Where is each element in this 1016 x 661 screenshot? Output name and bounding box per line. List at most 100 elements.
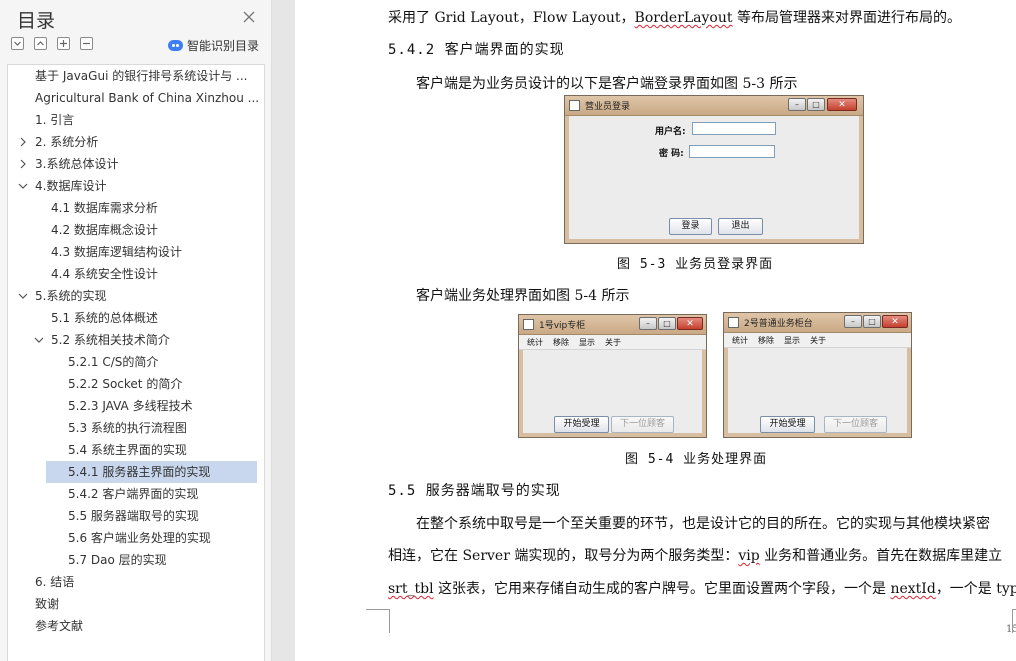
chevron-down-icon[interactable] xyxy=(34,335,44,345)
collapse-all-icon[interactable] xyxy=(34,37,47,50)
menu-stats: 统计 xyxy=(527,338,543,347)
toc-item-label: 4.数据库设计 xyxy=(35,179,107,193)
toc-item-label: 2. 系统分析 xyxy=(35,135,99,149)
toc-item[interactable]: 5.7 Dao 层的实现 xyxy=(8,549,264,571)
toc-item-label: Agricultural Bank of China Xinzhou ... xyxy=(35,91,260,105)
window-close-icon: ✕ xyxy=(827,98,857,111)
chevron-down-icon[interactable] xyxy=(18,291,28,301)
remove-item-icon[interactable] xyxy=(80,37,93,50)
toc-item[interactable]: 致谢 xyxy=(8,593,264,615)
spell-flagged-word: srt_tbl xyxy=(388,581,434,597)
toc-item-label: 5.1 系统的总体概述 xyxy=(51,311,158,325)
toc-list: 基于 JavaGui 的银行排号系统设计与 ... Agricultural Ba… xyxy=(7,64,265,661)
toc-item[interactable]: 基于 JavaGui 的银行排号系统设计与 ... xyxy=(8,65,264,87)
window-body: 开始受理 下一位顾客 xyxy=(724,348,911,437)
minimize-icon: – xyxy=(788,98,806,111)
toc-item[interactable]: 5.4.2 客户端界面的实现 xyxy=(8,483,264,505)
exit-button: 退出 xyxy=(718,218,763,235)
toc-item[interactable]: 5.5 服务器端取号的实现 xyxy=(8,505,264,527)
smart-toc-label: 智能识别目录 xyxy=(187,39,260,53)
toc-item-label: 4.2 数据库概念设计 xyxy=(51,223,158,237)
toc-item-label: 5.4.2 客户端界面的实现 xyxy=(68,487,199,501)
java-app-icon xyxy=(728,317,739,328)
text-span: 采用了 Grid Layout，Flow Layout， xyxy=(388,10,635,26)
text-span: 等布局管理器来对界面进行布局的。 xyxy=(732,10,961,26)
toc-item[interactable]: 5.2.2 Socket 的简介 xyxy=(8,373,264,395)
toc-item-label: 5.2.2 Socket 的简介 xyxy=(68,377,183,391)
toc-item[interactable]: 5.4 系统主界面的实现 xyxy=(8,439,264,461)
toc-item[interactable]: 5.3 系统的执行流程图 xyxy=(8,417,264,439)
figure-5-4-caption: 图 5-4 业务处理界面 xyxy=(625,452,768,467)
figure-normal-window: 2号普通业务柜台 – □ ✕ 统计 移除 显示 关于 开始受理 下一位顾客 xyxy=(723,312,912,438)
toc-item-label: 4.3 数据库逻辑结构设计 xyxy=(51,245,182,259)
toc-item-label: 5.系统的实现 xyxy=(35,289,107,303)
username-label: 用户名: xyxy=(655,127,686,137)
next-customer-button: 下一位顾客 xyxy=(824,416,887,433)
toc-item[interactable]: 5.2.3 JAVA 多线程技术 xyxy=(8,395,264,417)
java-app-icon xyxy=(569,100,580,111)
next-customer-button: 下一位顾客 xyxy=(611,416,674,433)
toc-item[interactable]: 5.2 系统相关技术简介 xyxy=(8,329,264,351)
add-item-icon[interactable] xyxy=(57,37,70,50)
start-service-button: 开始受理 xyxy=(554,416,609,433)
toc-item[interactable]: 4.4 系统安全性设计 xyxy=(8,263,264,285)
window-body: 用户名: 密 码: 登录 退出 xyxy=(565,116,863,243)
spell-flagged-word: BorderLayout xyxy=(634,10,733,26)
close-icon[interactable] xyxy=(243,11,255,23)
toc-item-label: 4.4 系统安全性设计 xyxy=(51,267,158,281)
chevron-down-icon[interactable] xyxy=(18,181,28,191)
expand-all-icon[interactable] xyxy=(11,37,24,50)
spell-flagged-word: vip xyxy=(738,548,760,564)
toc-item-label: 3.系统总体设计 xyxy=(35,157,119,171)
toc-item[interactable]: 3.系统总体设计 xyxy=(8,153,264,175)
toc-item-label: 5.4 系统主界面的实现 xyxy=(68,443,187,457)
toc-item[interactable]: 5.2.1 C/S的简介 xyxy=(8,351,264,373)
paragraph-5-5-line-3: srt_tbl 这张表，它用来存储自动生成的客户牌号。它里面设置两个字段，一个是… xyxy=(388,578,1016,598)
toc-item[interactable]: 参考文献 xyxy=(8,615,264,637)
toc-item[interactable]: 5.1 系统的总体概述 xyxy=(8,307,264,329)
toc-item[interactable]: Agricultural Bank of China Xinzhou ... xyxy=(8,87,264,109)
toc-item-label: 5.2 系统相关技术简介 xyxy=(51,333,170,347)
heading-5-4-2: 5.4.2 客户端界面的实现 xyxy=(388,42,565,58)
window-title: 营业员登录 xyxy=(585,102,631,112)
menu-about: 关于 xyxy=(810,336,826,345)
window-title: 2号普通业务柜台 xyxy=(744,319,813,329)
toc-item[interactable]: 2. 系统分析 xyxy=(8,131,264,153)
toc-item[interactable]: 4.2 数据库概念设计 xyxy=(8,219,264,241)
toc-item[interactable]: 4.3 数据库逻辑结构设计 xyxy=(8,241,264,263)
password-field xyxy=(689,145,775,158)
figure-5-3-caption: 图 5-3 业务员登录界面 xyxy=(617,257,774,272)
page-number: 15 xyxy=(1006,624,1016,635)
text-span: 业务和普通业务。首先在数据库里建立 xyxy=(759,548,1003,564)
window-close-icon: ✕ xyxy=(882,315,908,328)
toc-toolbar xyxy=(11,37,93,53)
toc-item[interactable]: 5.6 客户端业务处理的实现 xyxy=(8,527,264,549)
text-span: 相连，它在 Server 端实现的，取号分为两个服务类型： xyxy=(388,548,739,564)
toc-item[interactable]: 1. 引言 xyxy=(8,109,264,131)
toc-item[interactable]: 4.1 数据库需求分析 xyxy=(8,197,264,219)
toc-title: 目录 xyxy=(17,10,56,32)
menu-remove: 移除 xyxy=(758,336,774,345)
toc-item-label: 5.7 Dao 层的实现 xyxy=(68,553,167,567)
chevron-right-icon[interactable] xyxy=(18,159,28,169)
toc-item-label: 基于 JavaGui 的银行排号系统设计与 ... xyxy=(35,69,248,83)
document-viewer: 目录 智能识别目录 基于 JavaGui 的银行排号系统设计与 ... Agric… xyxy=(0,0,1016,661)
text-span: ，一个是 type xyxy=(935,581,1016,597)
maximize-icon: □ xyxy=(807,98,825,111)
start-service-button: 开始受理 xyxy=(760,416,815,433)
toc-item[interactable]: 6. 结语 xyxy=(8,571,264,593)
window-titlebar: 2号普通业务柜台 – □ ✕ xyxy=(724,313,911,333)
toc-item[interactable]: 5.系统的实现 xyxy=(8,285,264,307)
smart-toc-button[interactable]: 智能识别目录 xyxy=(168,37,259,54)
heading-5-5: 5.5 服务器端取号的实现 xyxy=(388,483,561,499)
window-title: 1号vip专柜 xyxy=(539,321,586,331)
toc-item-label: 5.5 服务器端取号的实现 xyxy=(68,509,199,523)
toc-item-label: 5.2.1 C/S的简介 xyxy=(68,355,159,369)
minimize-icon: – xyxy=(844,315,862,328)
toc-item[interactable]: 4.数据库设计 xyxy=(8,175,264,197)
toc-item[interactable]: 5.4.1 服务器主界面的实现 xyxy=(8,461,264,483)
menu-about: 关于 xyxy=(605,338,621,347)
page-gutter xyxy=(273,0,295,661)
toc-item-label: 5.2.3 JAVA 多线程技术 xyxy=(68,399,193,413)
chevron-right-icon[interactable] xyxy=(18,137,28,147)
